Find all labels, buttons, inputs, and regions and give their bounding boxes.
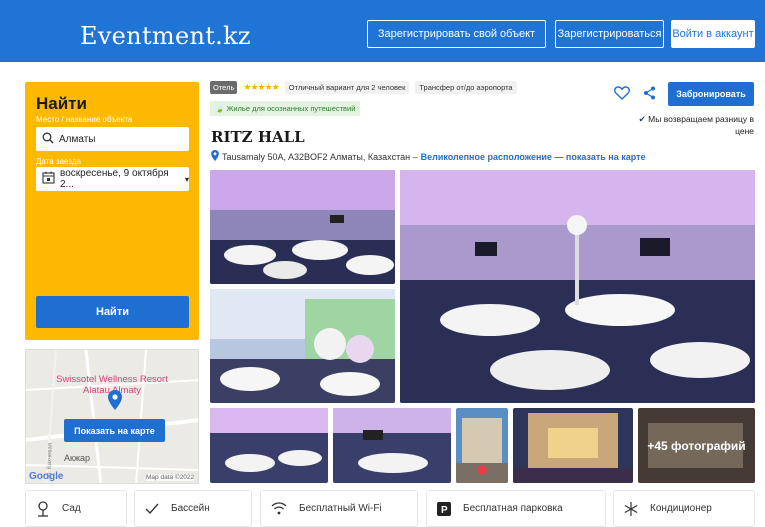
price-match-note: ✔ Мы возвращаем разницу в цене	[622, 113, 754, 137]
search-icon	[42, 132, 59, 147]
map-area-label: Акжар	[64, 453, 90, 463]
amenity-wifi: Бесплатный Wi-Fi	[260, 490, 418, 527]
search-panel: Найти Место / название объекта Алматы Да…	[25, 82, 199, 340]
place-input[interactable]: Алматы	[36, 127, 189, 151]
book-button[interactable]: Забронировать	[668, 82, 754, 106]
thumb-photo-3[interactable]	[456, 408, 508, 483]
shield-check-icon: ✔	[638, 114, 646, 124]
place-label: Место / название объекта	[36, 115, 133, 124]
amenity-label: Сад	[62, 503, 81, 514]
top-bar: Eventment.kz Зарегистрировать свой объек…	[0, 0, 765, 62]
login-button[interactable]: Войти в аккаунт	[671, 20, 755, 48]
date-label: Дата заезда	[36, 157, 81, 166]
hall-photo-main[interactable]	[400, 170, 755, 403]
snowflake-icon	[624, 501, 638, 516]
google-logo: Google	[29, 471, 64, 482]
amenity-label: Кондиционер	[650, 503, 712, 514]
thumb-photo-1[interactable]	[210, 408, 328, 483]
chevron-down-icon: ▾	[184, 174, 189, 184]
location-pin-icon	[108, 390, 122, 415]
svg-text:P: P	[441, 505, 448, 516]
star-rating: ★★★★★	[243, 82, 279, 92]
heart-icon[interactable]	[614, 86, 630, 105]
amenity-aircon: Кондиционер	[613, 490, 755, 527]
tag-couple: Отличный вариант для 2 человек	[284, 81, 410, 94]
eco-label: Жилье для осознанных путешествий	[226, 104, 356, 113]
eco-badge: 🍃 Жилье для осознанных путешествий	[210, 101, 361, 116]
search-title: Найти	[36, 94, 87, 113]
leaf-icon: 🍃	[215, 104, 225, 113]
date-value: воскресенье, 9 октября 2...	[60, 168, 169, 190]
amenity-pool: Бассейн	[134, 490, 252, 527]
price-match-text: Мы возвращаем разницу в цене	[648, 114, 754, 136]
map-credit: Map data ©2022	[146, 474, 195, 481]
amenity-label: Бесплатный Wi-Fi	[299, 503, 382, 514]
hall-photo-1[interactable]	[210, 170, 395, 284]
register-button[interactable]: Зарегистрироваться	[555, 20, 664, 48]
share-icon[interactable]	[643, 86, 656, 105]
check-icon	[145, 503, 159, 515]
address-text: Tausamaly 50A, A32BOF2 Алматы, Казахстан…	[222, 151, 418, 162]
site-logo[interactable]: Eventment.kz	[80, 22, 251, 50]
register-object-button[interactable]: Зарегистрировать свой объект	[367, 20, 546, 48]
amenity-parking: P Бесплатная парковка	[426, 490, 606, 527]
map-preview[interactable]: Swissotel Wellness Resort Alatau Almaty …	[25, 349, 199, 484]
thumb-photo-4[interactable]	[513, 408, 633, 483]
amenity-garden: Сад	[25, 490, 127, 527]
address-line: Tausamaly 50A, A32BOF2 Алматы, Казахстан…	[211, 150, 646, 163]
amenity-label: Бесплатная парковка	[463, 503, 563, 514]
place-value: Алматы	[59, 133, 96, 145]
parking-icon: P	[437, 501, 451, 516]
hotel-title: RITZ HALL	[211, 128, 305, 146]
find-button[interactable]: Найти	[36, 296, 189, 328]
location-pin-icon	[211, 150, 219, 163]
tag-transfer: Трансфер от/до аэропорта	[415, 81, 517, 94]
hall-photo-2[interactable]	[210, 289, 395, 403]
calendar-icon	[42, 171, 60, 187]
garden-icon	[36, 500, 50, 517]
wifi-icon	[271, 502, 287, 515]
location-link[interactable]: Великолепное расположение — показать на …	[421, 152, 646, 162]
more-photos-tile[interactable]: +45 фотографий	[638, 408, 755, 483]
amenity-label: Бассейн	[171, 503, 210, 514]
thumb-photo-2[interactable]	[333, 408, 451, 483]
type-badge: Отель	[210, 81, 238, 94]
date-select[interactable]: воскресенье, 9 октября 2... ▾	[36, 167, 189, 191]
more-photos-label: +45 фотографий	[638, 408, 755, 483]
listing-tags: Отель ★★★★★ Отличный вариант для 2 челов…	[210, 81, 517, 94]
show-on-map-button[interactable]: Показать на карте	[64, 419, 165, 442]
